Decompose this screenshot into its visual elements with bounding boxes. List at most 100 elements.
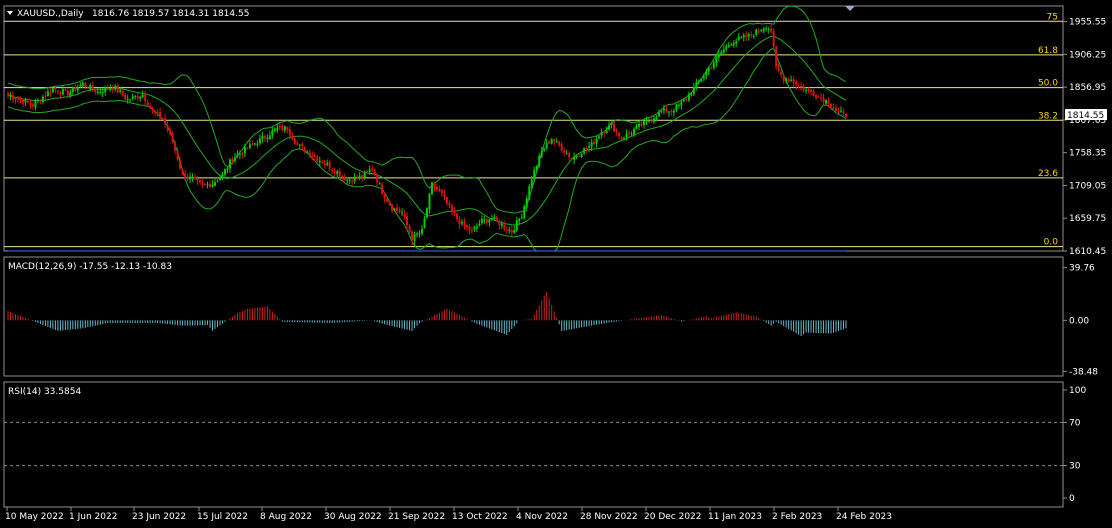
candle-body[interactable] (91, 85, 94, 90)
candle-body[interactable] (221, 173, 224, 177)
candle-body[interactable] (393, 208, 396, 211)
candle-body[interactable] (802, 85, 805, 91)
candle-body[interactable] (49, 92, 52, 94)
candle-body[interactable] (695, 82, 698, 89)
candle-body[interactable] (618, 132, 621, 137)
candle-body[interactable] (308, 152, 311, 156)
candle-body[interactable] (705, 71, 708, 76)
candle-body[interactable] (338, 171, 341, 177)
candle-body[interactable] (126, 99, 129, 101)
candle-body[interactable] (71, 87, 74, 92)
candle-body[interactable] (820, 97, 823, 99)
candle-body[interactable] (598, 136, 601, 139)
candle-body[interactable] (620, 137, 623, 140)
candle-body[interactable] (623, 138, 626, 140)
candle-body[interactable] (460, 221, 463, 224)
candle-body[interactable] (266, 137, 269, 139)
candle-body[interactable] (89, 84, 92, 90)
candle-body[interactable] (608, 125, 611, 130)
candle-body[interactable] (371, 168, 374, 170)
candle-body[interactable] (316, 156, 319, 161)
candle-body[interactable] (64, 89, 67, 91)
candle-body[interactable] (201, 183, 204, 185)
candle-body[interactable] (727, 45, 730, 47)
candle-body[interactable] (421, 228, 424, 234)
candle-body[interactable] (253, 143, 256, 145)
candle-body[interactable] (455, 213, 458, 220)
candle-body[interactable] (573, 156, 576, 160)
candle-body[interactable] (51, 88, 54, 93)
candle-body[interactable] (645, 119, 648, 122)
candle-body[interactable] (156, 111, 159, 113)
candle-body[interactable] (593, 142, 596, 144)
candle-body[interactable] (712, 62, 715, 68)
candle-body[interactable] (333, 171, 336, 174)
candle-body[interactable] (238, 153, 241, 155)
candle-body[interactable] (760, 30, 763, 32)
candle-body[interactable] (513, 230, 516, 233)
candle-body[interactable] (580, 154, 583, 157)
candle-body[interactable] (366, 170, 369, 172)
candle-body[interactable] (720, 51, 723, 55)
candle-body[interactable] (236, 154, 239, 157)
candle-body[interactable] (845, 113, 847, 118)
candle-body[interactable] (528, 186, 531, 200)
candle-body[interactable] (408, 225, 411, 233)
candle-body[interactable] (770, 28, 773, 32)
candle-body[interactable] (555, 140, 558, 142)
candle-body[interactable] (795, 81, 798, 85)
candle-body[interactable] (373, 169, 376, 175)
candle-body[interactable] (640, 123, 643, 126)
candle-body[interactable] (637, 123, 640, 127)
candle-body[interactable] (630, 133, 633, 135)
candle-body[interactable] (69, 91, 72, 97)
candle-body[interactable] (261, 135, 264, 140)
candle-body[interactable] (353, 176, 356, 182)
candle-body[interactable] (745, 34, 748, 38)
candle-body[interactable] (797, 84, 800, 86)
candle-body[interactable] (830, 103, 833, 108)
candle-body[interactable] (209, 183, 212, 188)
candle-body[interactable] (241, 153, 244, 155)
candle-body[interactable] (59, 92, 62, 94)
candle-body[interactable] (368, 169, 371, 172)
candle-body[interactable] (767, 28, 770, 30)
candle-body[interactable] (54, 87, 57, 90)
candle-body[interactable] (179, 160, 182, 169)
candle-body[interactable] (735, 40, 738, 44)
candle-body[interactable] (435, 186, 438, 190)
candle-body[interactable] (680, 101, 683, 106)
candle-body[interactable] (119, 90, 122, 92)
candle-body[interactable] (251, 144, 254, 146)
candle-body[interactable] (535, 166, 538, 171)
candle-body[interactable] (433, 183, 436, 188)
candle-body[interactable] (423, 218, 426, 228)
candle-body[interactable] (682, 99, 685, 102)
candle-body[interactable] (311, 155, 314, 157)
candle-body[interactable] (258, 138, 261, 144)
candle-body[interactable] (647, 120, 650, 122)
trading-chart-svg[interactable]: 75 61.8 50.0 38.2 23.6 0.0 1955.55 1906.25 1856… (0, 0, 1112, 528)
candle-body[interactable] (99, 91, 102, 93)
candle-body[interactable] (306, 151, 309, 154)
candle-body[interactable] (807, 88, 810, 91)
candle-body[interactable] (687, 94, 690, 101)
candle-body[interactable] (650, 119, 653, 121)
candle-body[interactable] (248, 144, 251, 148)
candle-body[interactable] (21, 99, 24, 104)
candle-body[interactable] (26, 101, 29, 103)
candle-body[interactable] (575, 155, 578, 157)
candle-body[interactable] (520, 217, 523, 219)
candle-body[interactable] (34, 101, 37, 108)
candle-body[interactable] (194, 177, 197, 179)
candle-body[interactable] (815, 95, 818, 98)
candle-body[interactable] (560, 144, 563, 151)
candle-body[interactable] (149, 105, 152, 108)
candle-body[interactable] (610, 122, 613, 125)
candle-body[interactable] (662, 108, 665, 111)
candle-body[interactable] (298, 144, 301, 146)
candle-body[interactable] (518, 218, 521, 222)
candle-body[interactable] (134, 96, 137, 98)
candle-body[interactable] (822, 97, 825, 103)
candle-body[interactable] (318, 160, 321, 163)
